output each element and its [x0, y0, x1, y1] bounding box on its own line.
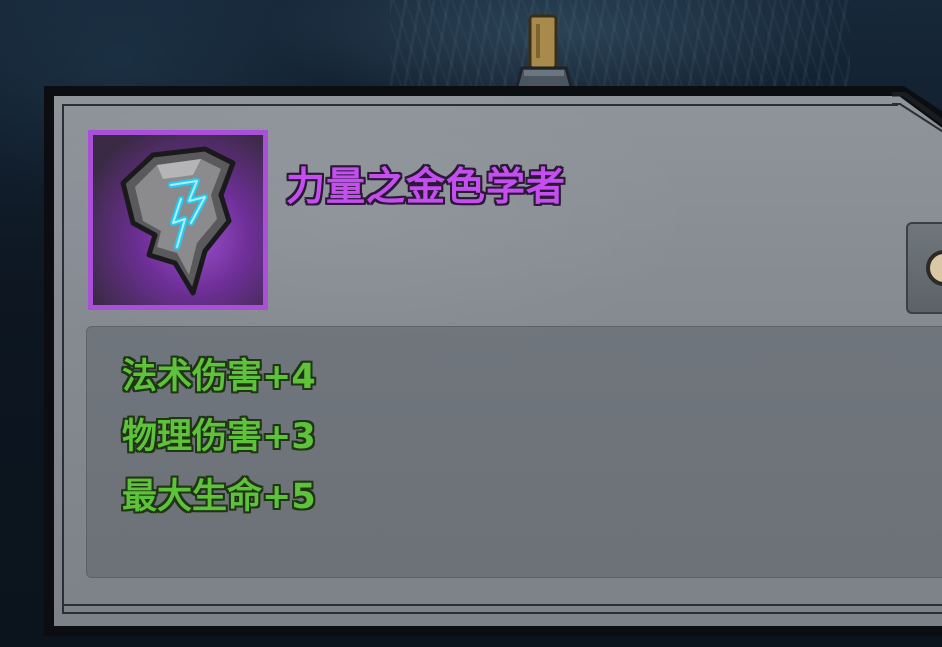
stat-line: 法术伤害+4 [122, 357, 316, 397]
rune-stone-icon [120, 146, 236, 296]
stat-line: 物理伤害+3 [122, 417, 316, 457]
item-name: 力量之金色学者 [286, 165, 567, 210]
totem-icon [514, 14, 574, 90]
side-action-button[interactable] [906, 222, 942, 314]
coin-icon [926, 250, 942, 286]
item-icon-frame[interactable] [88, 130, 268, 310]
panel-border-top [62, 104, 898, 106]
stat-line: 最大生命+5 [122, 477, 316, 517]
panel-border-bottom [62, 604, 942, 606]
panel-border-bottom-inner [62, 612, 942, 614]
item-tooltip-panel: 力量之金色学者 法术伤害+4 物理伤害+3 最大生命+5 [44, 86, 942, 636]
panel-border-left [62, 104, 64, 614]
background-grass [390, 0, 850, 90]
